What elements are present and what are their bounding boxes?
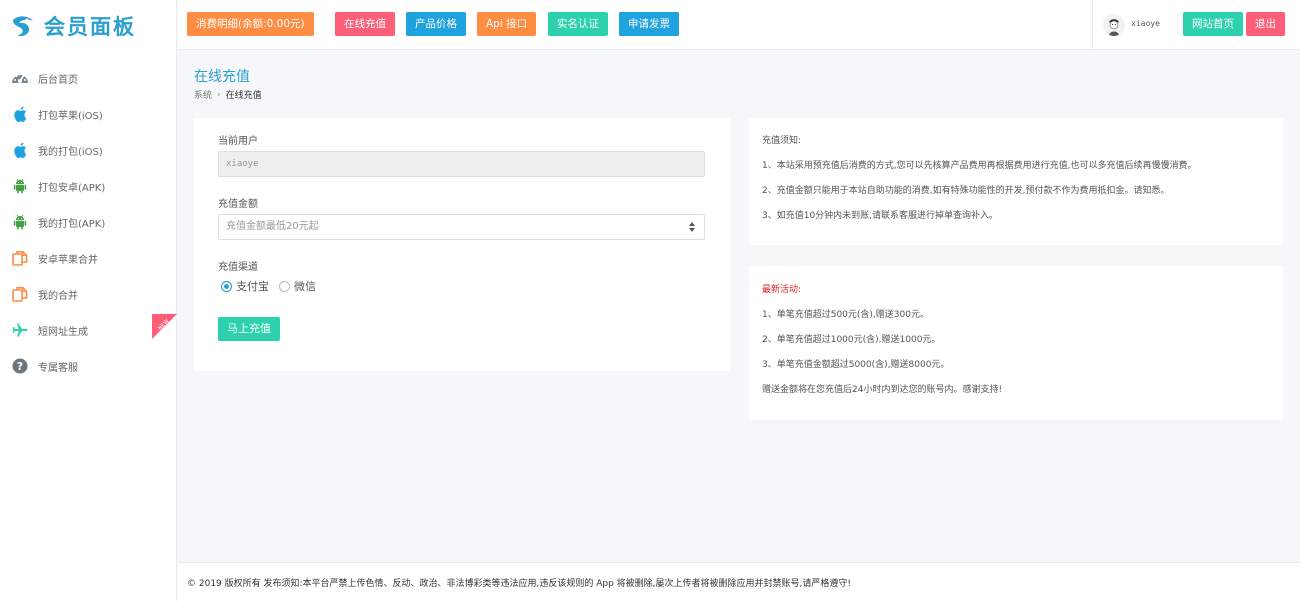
sidebar-item-short-url[interactable]: 短网址生成 NEW (0, 312, 177, 348)
sidebar-item-label: 专属客服 (38, 362, 78, 374)
alipay-label: 支付宝 (236, 280, 269, 293)
radio-checked-icon (221, 280, 232, 292)
sidebar-item-pack-ios[interactable]: 打包苹果(iOS) (0, 96, 176, 132)
sidebar-item-label: 我的合并 (38, 290, 78, 302)
recharge-now-button[interactable]: 马上充值 (218, 317, 280, 341)
breadcrumb-current: 在线充值 (225, 91, 262, 101)
avatar[interactable] (1103, 14, 1125, 36)
wechat-radio[interactable]: 微信 (279, 278, 316, 294)
sidebar-item-label: 短网址生成 (38, 326, 88, 338)
identity-verification-button[interactable]: 实名认证 (548, 12, 608, 36)
copy-icon (11, 249, 29, 267)
sidebar-item-label: 安卓苹果合并 (38, 254, 98, 266)
android-icon (11, 213, 29, 231)
spending-details-button[interactable]: 消费明细(余额:0.00元) (187, 12, 314, 36)
wechat-label: 微信 (294, 280, 316, 293)
notice-title: 充值须知: (762, 136, 802, 146)
api-button[interactable]: Api 接口 (477, 12, 537, 36)
chevron-right-icon: › (217, 89, 221, 100)
top-bar: 消费明细(余额:0.00元) 在线充值 产品价格 Api 接口 实名认证 申请发… (178, 0, 1300, 50)
recharge-form-card: 当前用户 xiaoye 充值金额 充值金额最低20元起 充值渠道 支付宝 微信 … (194, 118, 730, 371)
online-recharge-button[interactable]: 在线充值 (335, 12, 395, 36)
footer: © 2019 版权所有 发布须知:本平台严禁上传色情、反动、政治、非法博彩类等违… (178, 562, 1300, 601)
question-icon: ? (11, 357, 29, 375)
android-icon (11, 177, 29, 195)
amount-placeholder: 充值金额最低20元起 (226, 221, 319, 232)
sidebar-item-support[interactable]: ? 专属客服 (0, 348, 176, 384)
sidebar-item-label: 打包苹果(iOS) (38, 110, 103, 122)
sidebar-item-dashboard[interactable]: 后台首页 (0, 60, 176, 96)
radio-unchecked-icon (279, 280, 290, 292)
channel-radio-group: 支付宝 微信 (221, 278, 326, 294)
promo-line: 1、单笔充值超过500元(含),赠送300元。 (762, 310, 929, 320)
amount-input[interactable]: 充值金额最低20元起 (218, 214, 705, 240)
sidebar-item-label: 我的打包(APK) (38, 218, 106, 230)
sidebar-item-my-merge[interactable]: 我的合并 (0, 276, 176, 312)
number-spinner-icon[interactable] (689, 221, 695, 233)
footer-text: © 2019 版权所有 发布须知:本平台严禁上传色情、反动、政治、非法博彩类等违… (187, 579, 852, 589)
amount-label: 充值金额 (218, 199, 258, 210)
current-user-label: 当前用户 (218, 136, 258, 147)
channel-label: 充值渠道 (218, 262, 258, 273)
copy-icon (11, 285, 29, 303)
logo-icon (13, 16, 33, 37)
sidebar-item-label: 我的打包(iOS) (38, 146, 103, 158)
sidebar-item-my-apk[interactable]: 我的打包(APK) (0, 204, 176, 240)
notice-line: 2、充值金额只能用于本站自助功能的消费,如有特殊功能性的开发,预付款不作为费用抵… (762, 186, 1170, 196)
product-pricing-button[interactable]: 产品价格 (406, 12, 466, 36)
promo-line: 赠送金额将在您充值后24小时内到达您的账号内。感谢支持! (762, 385, 1003, 395)
alipay-radio[interactable]: 支付宝 (221, 278, 269, 294)
sidebar-item-merge[interactable]: 安卓苹果合并 (0, 240, 176, 276)
promo-line: 2、单笔充值超过1000元(含),赠送1000元。 (762, 335, 941, 345)
current-user-field: xiaoye (218, 151, 705, 177)
sidebar-item-pack-apk[interactable]: 打包安卓(APK) (0, 168, 176, 204)
recharge-notice-card: 充值须知: 1、本站采用预充值后消费的方式,您可以先核算产品费用再根据费用进行充… (749, 118, 1283, 245)
page-title: 在线充值 (194, 69, 250, 85)
sidebar-item-my-ios[interactable]: 我的打包(iOS) (0, 132, 176, 168)
promo-title: 最新活动: (762, 285, 802, 295)
sidebar-item-label: 后台首页 (38, 74, 78, 86)
username: xiaoye (1131, 19, 1160, 28)
plane-icon (11, 321, 29, 339)
brand-logo[interactable]: 会员面板 (0, 0, 176, 52)
request-invoice-button[interactable]: 申请发票 (619, 12, 679, 36)
logout-button[interactable]: 退出 (1246, 12, 1285, 36)
promo-card: 最新活动: 1、单笔充值超过500元(含),赠送300元。 2、单笔充值超过10… (749, 266, 1283, 420)
site-home-button[interactable]: 网站首页 (1183, 12, 1243, 36)
brand-name: 会员面板 (44, 15, 136, 39)
apple-icon (11, 105, 29, 123)
new-badge: NEW (152, 314, 177, 339)
dashboard-icon (11, 69, 29, 87)
promo-line: 3、单笔充值金额超过5000(含),赠送8000元。 (762, 360, 950, 370)
notice-line: 1、本站采用预充值后消费的方式,您可以先核算产品费用再根据费用进行充值,也可以多… (762, 161, 1197, 171)
apple-icon (11, 141, 29, 159)
breadcrumb: 系统 › 在线充值 (194, 88, 262, 102)
user-area: xiaoye 网站首页 退出 (1092, 0, 1300, 50)
sidebar: 会员面板 后台首页 打包苹果(iOS) 我的打包(iOS) 打包安卓(APK) (0, 0, 177, 601)
notice-line: 3、如充值10分钟内未到账,请联系客服进行掉单查询补入。 (762, 211, 999, 221)
sidebar-item-label: 打包安卓(APK) (38, 182, 106, 194)
breadcrumb-item[interactable]: 系统 (194, 88, 212, 101)
svg-text:?: ? (17, 360, 23, 373)
sidebar-nav: 后台首页 打包苹果(iOS) 我的打包(iOS) 打包安卓(APK) 我的打包(… (0, 60, 177, 384)
